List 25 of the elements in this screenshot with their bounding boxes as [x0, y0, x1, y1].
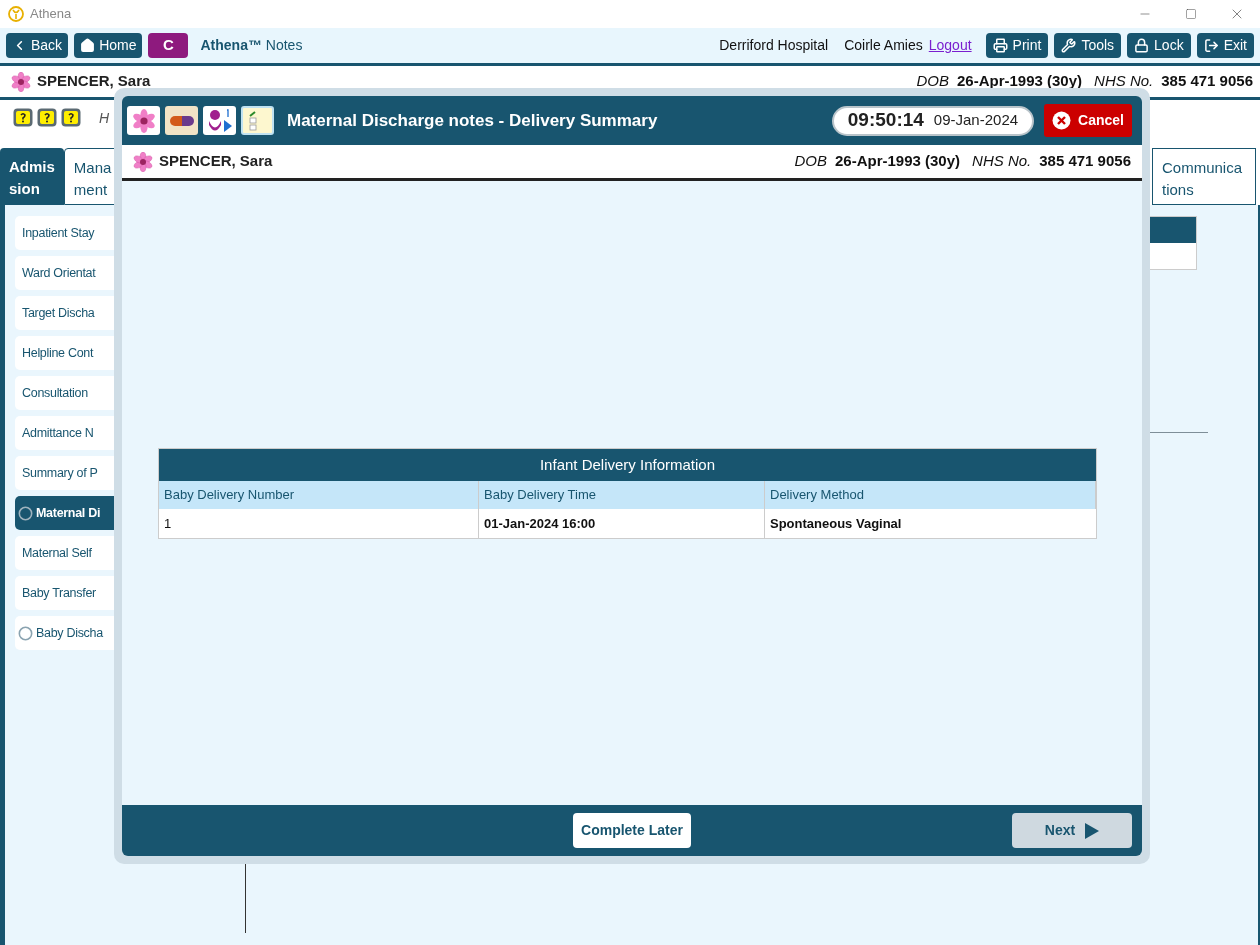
window-title: Athena: [30, 5, 72, 24]
location-text: Derriford Hospital: [719, 36, 829, 55]
table-cell: 01-Jan-2024 16:00: [479, 509, 765, 538]
nhs-label: NHS No.: [1094, 71, 1154, 92]
patient-name: SPENCER, Sara: [37, 71, 151, 92]
patient-name: SPENCER, Sara: [159, 151, 273, 172]
app-name: Athena™ Notes: [200, 36, 303, 55]
nhs-value: 385 471 9056: [1039, 151, 1131, 172]
column-header: Baby Delivery Time: [479, 481, 765, 509]
nhs-label: NHS No.: [972, 151, 1032, 172]
column-header: Baby Delivery Number: [159, 481, 479, 509]
nhs-value: 385 471 9056: [1161, 71, 1253, 92]
dialog-title: Maternal Discharge notes - Delivery Summary: [287, 109, 658, 132]
table-title: Infant Delivery Information: [159, 449, 1096, 481]
dob-value: 26-Apr-1993 (30y): [835, 151, 961, 172]
page-heading: H: [99, 109, 110, 128]
column-header: Delivery Method: [765, 481, 1096, 509]
dob-label: DOB: [916, 71, 949, 92]
table-cell: Spontaneous Vaginal: [765, 509, 1096, 538]
clock-date: 09-Jan-2024: [933, 110, 1019, 131]
table-cell: 1: [159, 509, 479, 538]
user-name: Coirle Amies: [844, 36, 923, 55]
dob-label: DOB: [794, 151, 827, 172]
dob-value: 26-Apr-1993 (30y): [957, 71, 1083, 92]
clock-time: 09:50:14: [847, 108, 924, 133]
